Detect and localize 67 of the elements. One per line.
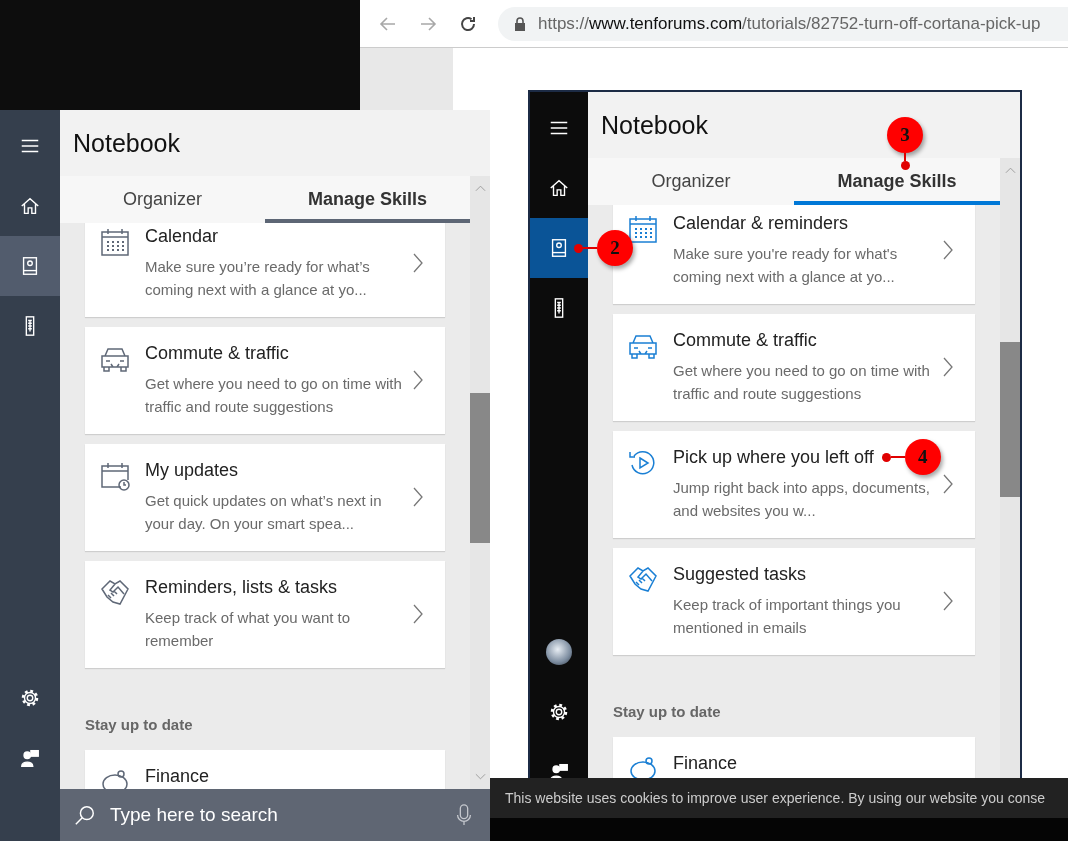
address-field[interactable]: https://www.tenforums.com/tutorials/82752-turn-off-cortana-pick-up xyxy=(498,6,1068,41)
skill-card[interactable]: Finance xyxy=(613,737,975,780)
settings-icon xyxy=(548,701,570,723)
scroll-thumb[interactable] xyxy=(470,393,490,543)
card-description: Keep track of important things you mentioned in emails xyxy=(673,595,902,638)
chevron-right-icon xyxy=(943,357,953,377)
nav-button[interactable] xyxy=(530,218,588,278)
microphone-icon[interactable] xyxy=(456,804,472,826)
card-title: Commute & traffic xyxy=(673,330,817,350)
skill-card[interactable]: Suggested tasks Keep track of important things you mentioned in emails xyxy=(613,548,975,655)
home-icon xyxy=(548,177,570,199)
calendar-clock-icon xyxy=(99,460,131,492)
search-input[interactable]: Type here to search xyxy=(108,803,444,827)
chevron-right-icon xyxy=(413,604,423,624)
scroll-thumb[interactable] xyxy=(1000,342,1020,497)
tab[interactable]: Organizer xyxy=(588,158,794,205)
leader-line xyxy=(881,452,905,462)
skill-card[interactable]: My updates Get quick updates on what’s next in your day. On your smart spea... xyxy=(85,444,445,551)
calendar-icon xyxy=(99,226,131,258)
home-icon xyxy=(19,195,41,217)
cookie-message: This website uses cookies to improve user experience. By using our website you conse xyxy=(505,790,1046,806)
chevron-right-icon xyxy=(943,474,953,494)
card-title: My updates xyxy=(145,460,239,480)
card-title: Calendar & reminders xyxy=(673,213,849,233)
chevron-right-icon xyxy=(413,487,423,507)
url-text: https://www.tenforums.com/tutorials/82752-turn-off-cortana-pick-up xyxy=(538,13,1041,34)
panel-title: Notebook xyxy=(601,110,709,140)
card-title: Finance xyxy=(673,753,738,773)
chevron-right-icon xyxy=(413,253,423,273)
card-description: Get where you need to go on time with traffic and route suggestions xyxy=(145,374,403,417)
calendar-icon xyxy=(627,213,659,245)
panel-title: Notebook xyxy=(73,128,181,158)
skill-card[interactable]: Commute & traffic Get where you need to go on time with traffic and route suggestions xyxy=(613,314,975,421)
skill-card[interactable]: Finance xyxy=(85,750,445,789)
avatar[interactable] xyxy=(546,639,572,665)
chevron-right-icon xyxy=(943,240,953,260)
card-title: Finance xyxy=(145,766,210,786)
scrollbar[interactable] xyxy=(470,176,490,789)
feedback-icon xyxy=(19,747,41,769)
card-description: Make sure you're ready for what's coming next with a glance at yo... xyxy=(673,244,899,287)
search-box[interactable]: Type here to search xyxy=(60,789,490,841)
tab[interactable]: Organizer xyxy=(60,176,265,223)
card-description: Get quick updates on what’s next in your day. On your smart spea... xyxy=(145,491,383,534)
lock-icon xyxy=(514,16,526,31)
skill-card[interactable]: Calendar Make sure you’re ready for what’s coming next with a glance at yo... xyxy=(85,223,445,317)
card-title: Suggested tasks xyxy=(673,564,807,584)
chevron-right-icon xyxy=(943,591,953,611)
section-heading: Stay up to date xyxy=(613,702,722,722)
skill-card[interactable]: Reminders, lists & tasks Keep track of what you want to remember xyxy=(85,561,445,668)
nav-button[interactable] xyxy=(0,236,60,296)
skill-card[interactable]: Commute & traffic Get where you need to go on time with traffic and route suggestions xyxy=(85,327,445,434)
card-description: Keep track of what you want to remember xyxy=(145,608,352,651)
scrollbar[interactable] xyxy=(1000,158,1020,780)
search-icon xyxy=(74,804,96,826)
settings-icon xyxy=(19,687,41,709)
card-description: Get where you need to go on time with traffic and route suggestions xyxy=(673,361,931,404)
skill-card[interactable]: Pick up where you left off 4 Jump right back into apps, documents, and websites you w... xyxy=(613,431,975,538)
leader-line xyxy=(900,153,910,170)
card-title: Calendar xyxy=(145,226,219,246)
card-title: Reminders, lists & tasks xyxy=(145,577,338,597)
section-heading: Stay up to date xyxy=(85,715,194,735)
card-description: Jump right back into apps, documents, and websites you w... xyxy=(673,478,931,521)
chevron-right-icon xyxy=(413,370,423,390)
card-title: Pick up where you left off xyxy=(673,447,874,467)
card-description: Make sure you’re ready for what’s coming next with a glance at yo... xyxy=(145,257,371,300)
callout-badge: 4 xyxy=(904,439,941,475)
card-title: Commute & traffic xyxy=(145,343,289,363)
